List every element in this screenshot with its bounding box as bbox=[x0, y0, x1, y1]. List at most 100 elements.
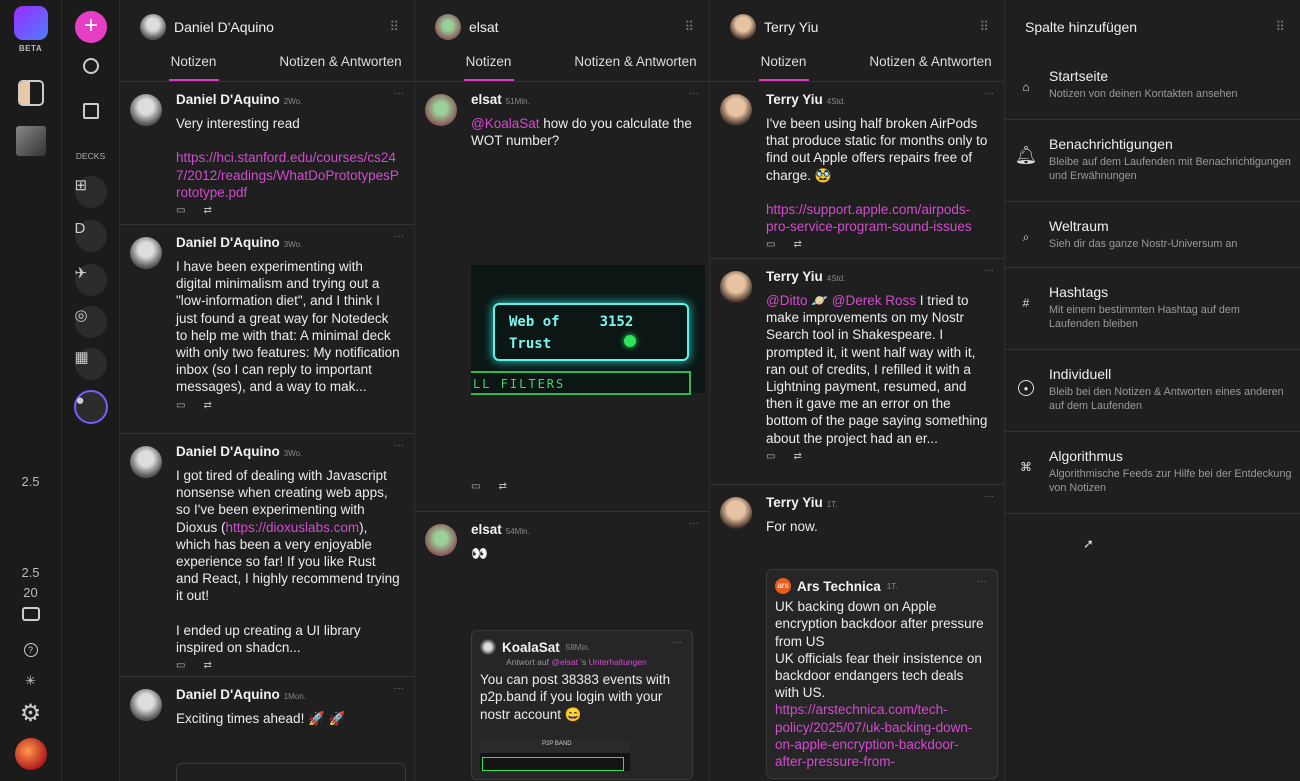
note-avatar[interactable] bbox=[720, 271, 752, 303]
search-icon[interactable] bbox=[82, 58, 99, 74]
add-item-notifications[interactable]: 🔔︎ Benachrichtigungen Bleibe auf dem Lauf… bbox=[1005, 120, 1300, 202]
user-avatar[interactable] bbox=[14, 738, 47, 770]
reply-thread-link[interactable]: Unterhaltungen bbox=[589, 657, 647, 667]
sun-icon[interactable]: ✳ bbox=[25, 673, 36, 689]
note-avatar[interactable] bbox=[720, 94, 752, 126]
quoted-avatar[interactable]: ars bbox=[775, 578, 791, 595]
more-icon[interactable]: ··· bbox=[977, 576, 987, 587]
note-author[interactable]: Daniel D'Aquino bbox=[176, 687, 280, 702]
deck-active-button[interactable]: ● bbox=[73, 390, 108, 424]
more-icon[interactable]: ··· bbox=[689, 88, 699, 99]
reply-icon[interactable]: ▭ bbox=[766, 239, 775, 250]
more-icon[interactable]: ··· bbox=[984, 491, 994, 502]
tab-notes-replies[interactable]: Notizen & Antworten bbox=[562, 54, 709, 81]
repost-icon[interactable]: ⇄ bbox=[793, 451, 801, 462]
quoted-author[interactable]: Ars Technica bbox=[797, 579, 881, 594]
note-link[interactable]: https://hci.stanford.edu/courses/cs247/2… bbox=[176, 150, 399, 199]
compose-button[interactable]: + bbox=[75, 11, 107, 43]
quoted-note[interactable]: KoalaSat 58Min. ··· Antwort auf @elsat '… bbox=[471, 630, 693, 780]
tab-notes[interactable]: Notizen bbox=[415, 54, 562, 81]
drag-handle-icon[interactable]: ⠿ bbox=[684, 19, 693, 35]
note-author[interactable]: elsat bbox=[471, 92, 502, 107]
note-author[interactable]: Daniel D'Aquino bbox=[176, 444, 280, 459]
note-avatar[interactable] bbox=[130, 94, 162, 126]
repost-icon[interactable]: ⇄ bbox=[793, 239, 801, 250]
note-author[interactable]: Terry Yiu bbox=[766, 92, 823, 107]
help-icon[interactable]: ? bbox=[23, 643, 38, 657]
note[interactable]: elsat 54Min. ··· 👀 KoalaSat 58Min. ··· An… bbox=[415, 512, 709, 781]
add-item-individual[interactable]: ● Individuell Bleib bei den Notizen & Ant… bbox=[1005, 350, 1300, 432]
reply-icon[interactable]: ▭ bbox=[176, 205, 185, 216]
deck-grid-button[interactable]: ▦ bbox=[74, 348, 107, 380]
add-item-hashtags[interactable]: # Hashtags Mit einem bestimmten Hashtag a… bbox=[1005, 268, 1300, 350]
mention-link[interactable]: @Ditto 🪐 bbox=[766, 293, 828, 308]
columns-view-icon[interactable] bbox=[17, 80, 44, 106]
more-icon[interactable]: ··· bbox=[394, 440, 404, 451]
tab-notes[interactable]: Notizen bbox=[120, 54, 267, 81]
note[interactable]: elsat 51Min. ··· @KoalaSat how do you cal… bbox=[415, 82, 709, 512]
drag-handle-icon[interactable]: ⠿ bbox=[1275, 19, 1284, 35]
quoted-note[interactable]: ars Ars Technica 1T. ··· UK backing down… bbox=[766, 569, 998, 780]
embedded-note-preview[interactable] bbox=[176, 763, 406, 781]
deck-brain-button[interactable]: ◎ bbox=[74, 306, 107, 338]
note-author[interactable]: elsat bbox=[471, 522, 502, 537]
repost-icon[interactable]: ⇄ bbox=[203, 205, 211, 216]
more-icon[interactable]: ··· bbox=[984, 88, 994, 99]
add-item-universe[interactable]: ⌕ Weltraum Sieh dir das ganze Nostr-Unive… bbox=[1005, 202, 1300, 268]
note-link[interactable]: https://dioxuslabs.com bbox=[226, 520, 360, 535]
repost-icon[interactable]: ⇄ bbox=[498, 481, 506, 492]
note-link[interactable]: https://support.apple.com/airpods-pro-se… bbox=[766, 202, 972, 234]
more-icon[interactable]: ··· bbox=[984, 265, 994, 276]
note-avatar[interactable] bbox=[425, 94, 457, 126]
note-author[interactable]: Daniel D'Aquino bbox=[176, 92, 280, 107]
tab-notes[interactable]: Notizen bbox=[710, 54, 857, 81]
reply-icon[interactable]: ▭ bbox=[176, 400, 185, 411]
note-avatar[interactable] bbox=[130, 689, 162, 721]
add-item-home[interactable]: ⌂ Startseite Notizen von deinen Kontakten… bbox=[1005, 54, 1300, 120]
note-avatar[interactable] bbox=[130, 446, 162, 478]
add-column-icon[interactable] bbox=[82, 103, 99, 119]
note[interactable]: Daniel D'Aquino 1Mon. ··· Exciting times … bbox=[120, 677, 414, 781]
note-author[interactable]: Daniel D'Aquino bbox=[176, 235, 280, 250]
note[interactable]: Terry Yiu 4Std. ··· @Ditto 🪐 @Derek Ross … bbox=[710, 259, 1004, 485]
note-avatar[interactable] bbox=[425, 524, 457, 556]
reply-icon[interactable]: ▭ bbox=[471, 481, 480, 492]
deck-d-button[interactable]: D bbox=[74, 220, 107, 252]
more-icon[interactable]: ··· bbox=[394, 88, 404, 99]
wallet-icon[interactable] bbox=[21, 607, 40, 621]
note[interactable]: Daniel D'Aquino 3Wo. ··· I got tired of d… bbox=[120, 434, 414, 677]
note[interactable]: Daniel D'Aquino 3Wo. ··· I have been expe… bbox=[120, 225, 414, 434]
add-deck-button[interactable]: ⊞ bbox=[74, 176, 107, 208]
more-icon[interactable]: ··· bbox=[672, 637, 682, 648]
note[interactable]: Terry Yiu 4Std. ··· I've been using half … bbox=[710, 82, 1004, 259]
tab-notes-replies[interactable]: Notizen & Antworten bbox=[267, 54, 414, 81]
embedded-screenshot[interactable]: P2P BAND bbox=[480, 738, 630, 771]
note-avatar[interactable] bbox=[130, 237, 162, 269]
cube-icon[interactable] bbox=[15, 126, 46, 156]
more-icon[interactable]: ··· bbox=[689, 518, 699, 529]
quoted-author[interactable]: KoalaSat bbox=[502, 640, 560, 655]
note-author[interactable]: Terry Yiu bbox=[766, 269, 823, 284]
repost-icon[interactable]: ⇄ bbox=[203, 660, 211, 671]
more-icon[interactable]: ··· bbox=[394, 683, 404, 694]
reply-user-link[interactable]: @elsat bbox=[551, 657, 578, 667]
add-item-algorithm[interactable]: ⌘ Algorithmus Algorithmische Feeds zur Hi… bbox=[1005, 432, 1300, 514]
drag-handle-icon[interactable]: ⠿ bbox=[389, 19, 398, 35]
repost-icon[interactable]: ⇄ bbox=[203, 400, 211, 411]
settings-icon[interactable]: ⚙ bbox=[20, 699, 42, 728]
quoted-avatar[interactable] bbox=[480, 639, 496, 656]
mention-link[interactable]: @Derek Ross bbox=[832, 293, 916, 308]
more-icon[interactable]: ··· bbox=[394, 231, 404, 242]
note[interactable]: Terry Yiu 1T. ··· For now. ars Ars Techni… bbox=[710, 485, 1004, 781]
reply-icon[interactable]: ▭ bbox=[766, 451, 775, 462]
reply-icon[interactable]: ▭ bbox=[176, 660, 185, 671]
app-logo[interactable] bbox=[13, 6, 48, 40]
tab-notes-replies[interactable]: Notizen & Antworten bbox=[857, 54, 1004, 81]
note-avatar[interactable] bbox=[720, 497, 752, 529]
note-author[interactable]: Terry Yiu bbox=[766, 495, 823, 510]
drag-handle-icon[interactable]: ⠿ bbox=[979, 19, 988, 35]
wot-image[interactable]: Web of 3152 Trust LL FILTERS bbox=[471, 265, 705, 396]
deck-plane-button[interactable]: ✈ bbox=[74, 264, 107, 296]
note[interactable]: Daniel D'Aquino 2Wo. ··· Very interesting… bbox=[120, 82, 414, 225]
mention-link[interactable]: @KoalaSat bbox=[471, 116, 540, 131]
